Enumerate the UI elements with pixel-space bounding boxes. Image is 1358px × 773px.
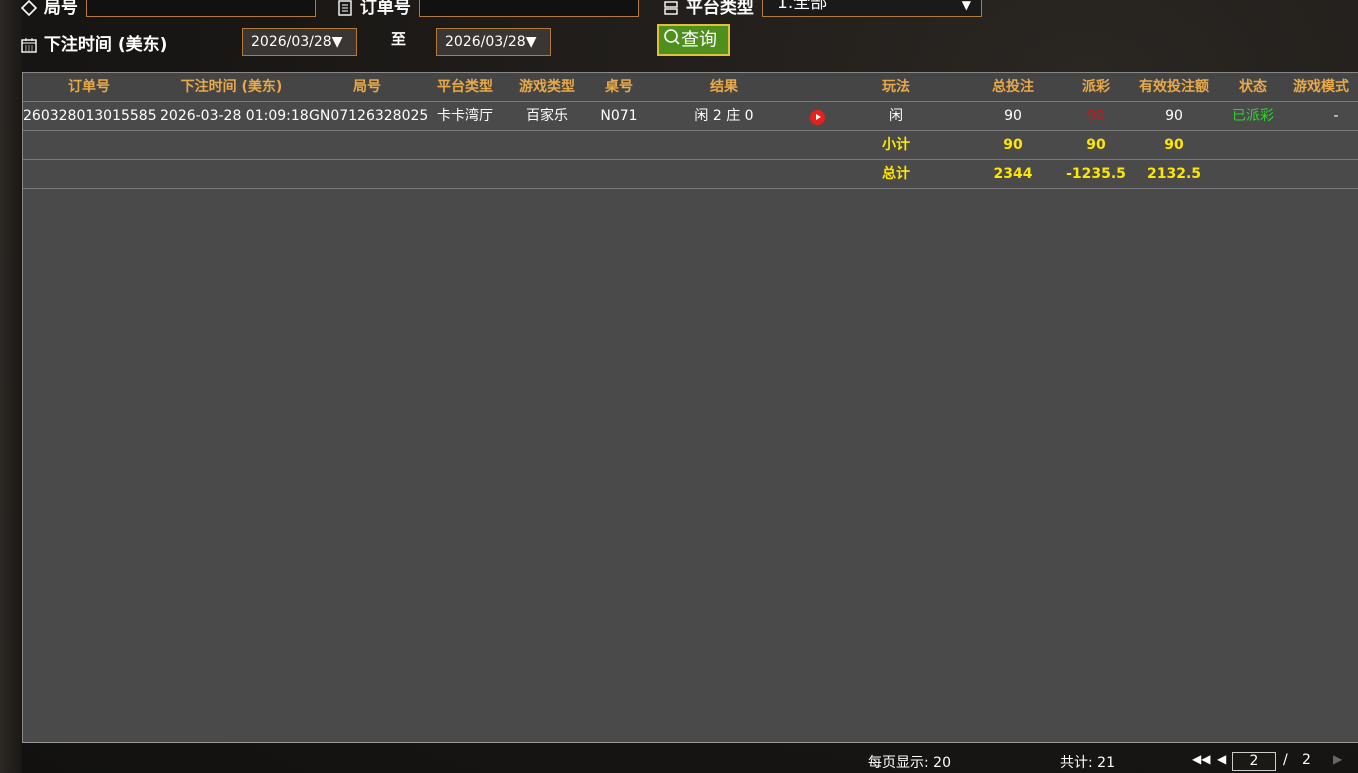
table-header: 订单号 下注时间 (美东) 局号 平台类型 游戏类型 桌号 结果 玩法 总投注 … <box>23 73 1358 102</box>
platform-cell: 卡卡湾厅 <box>437 108 493 124</box>
game-type-cell: 百家乐 <box>526 108 568 124</box>
bet-records-page: 局号 订单号 平台类型 1.全部 ▼ 下注时间 (美东) 2026/03/28▼… <box>0 0 1358 773</box>
col-game-type: 游戏类型 <box>519 79 575 95</box>
total-pages: 2 <box>1302 752 1311 768</box>
table-no-cell: N071 <box>600 108 638 124</box>
left-edge-shadow <box>0 0 22 773</box>
col-platform: 平台类型 <box>437 79 493 95</box>
col-payout: 派彩 <box>1082 79 1110 95</box>
col-status: 状态 <box>1239 79 1267 95</box>
col-order-no: 订单号 <box>68 79 110 95</box>
col-total-bet: 总投注 <box>992 79 1034 95</box>
result-cell: 闲 2 庄 0 <box>694 108 754 124</box>
platform-select[interactable]: 1.全部 ▼ <box>762 0 982 17</box>
valid-bet-cell: 90 <box>1165 108 1183 124</box>
status-badge: 已派彩 <box>1232 108 1274 124</box>
diamond-icon <box>20 0 38 18</box>
page-number-input[interactable]: 2 <box>1232 752 1276 771</box>
total-bet-cell: 90 <box>1004 108 1022 124</box>
col-game-mode: 游戏模式 <box>1293 79 1349 95</box>
col-round-no: 局号 <box>353 79 381 95</box>
subtotal-row: 小计 90 90 90 <box>23 131 1358 160</box>
subtotal-total-bet: 90 <box>1003 137 1023 153</box>
col-play: 玩法 <box>882 79 910 95</box>
records-table: 订单号 下注时间 (美东) 局号 平台类型 游戏类型 桌号 结果 玩法 总投注 … <box>22 72 1358 743</box>
subtotal-valid-bet: 90 <box>1164 137 1184 153</box>
table-row: 260328013015585 2026-03-28 01:09:18 GN07… <box>23 102 1358 131</box>
query-button[interactable]: 查询 <box>657 24 730 56</box>
first-page-icon[interactable]: ◀◀ <box>1192 752 1210 766</box>
server-icon <box>662 0 680 18</box>
page-separator: / <box>1283 752 1288 768</box>
bet-time-cell: 2026-03-28 01:09:18 <box>160 108 309 124</box>
total-label: 总计 <box>882 166 910 182</box>
round-filter-label: 局号 <box>20 0 78 18</box>
order-input[interactable] <box>419 0 639 17</box>
total-row: 总计 2344 -1235.5 2132.5 <box>23 160 1358 189</box>
bet-time-label: 下注时间 (美东) <box>20 30 167 55</box>
col-valid-bet: 有效投注额 <box>1139 79 1209 95</box>
play-cell: 闲 <box>889 108 903 124</box>
document-icon <box>336 0 354 18</box>
search-icon <box>663 28 681 51</box>
subtotal-payout: 90 <box>1086 137 1106 153</box>
col-table-no: 桌号 <box>605 79 633 95</box>
date-to-picker[interactable]: 2026/03/28▼ <box>436 28 551 56</box>
per-page-info: 每页显示: 20 <box>868 755 951 771</box>
total-valid-bet: 2132.5 <box>1146 166 1202 182</box>
total-total-bet: 2344 <box>993 166 1033 182</box>
total-count: 共计: 21 <box>1060 755 1115 771</box>
col-result: 结果 <box>710 79 738 95</box>
game-mode-cell: - <box>1333 108 1339 124</box>
round-input[interactable] <box>86 0 316 17</box>
payout-cell: 90 <box>1087 108 1105 124</box>
caret-down-icon: ▼ <box>961 0 971 12</box>
prev-page-icon[interactable]: ◀ <box>1217 752 1226 766</box>
platform-filter-label: 平台类型 <box>662 0 754 18</box>
col-bet-time: 下注时间 (美东) <box>180 79 283 95</box>
subtotal-label: 小计 <box>882 137 910 153</box>
order-filter-label: 订单号 <box>336 0 411 18</box>
date-range-separator: 至 <box>391 30 407 48</box>
date-from-picker[interactable]: 2026/03/28▼ <box>242 28 357 56</box>
order-no-cell: 260328013015585 <box>23 108 157 124</box>
total-payout: -1235.5 <box>1066 166 1126 182</box>
next-page-icon[interactable]: ▶ <box>1333 752 1342 766</box>
round-no-cell: GN07126328025 <box>309 108 429 124</box>
calendar-icon <box>20 35 38 55</box>
play-replay-icon[interactable] <box>810 110 825 125</box>
